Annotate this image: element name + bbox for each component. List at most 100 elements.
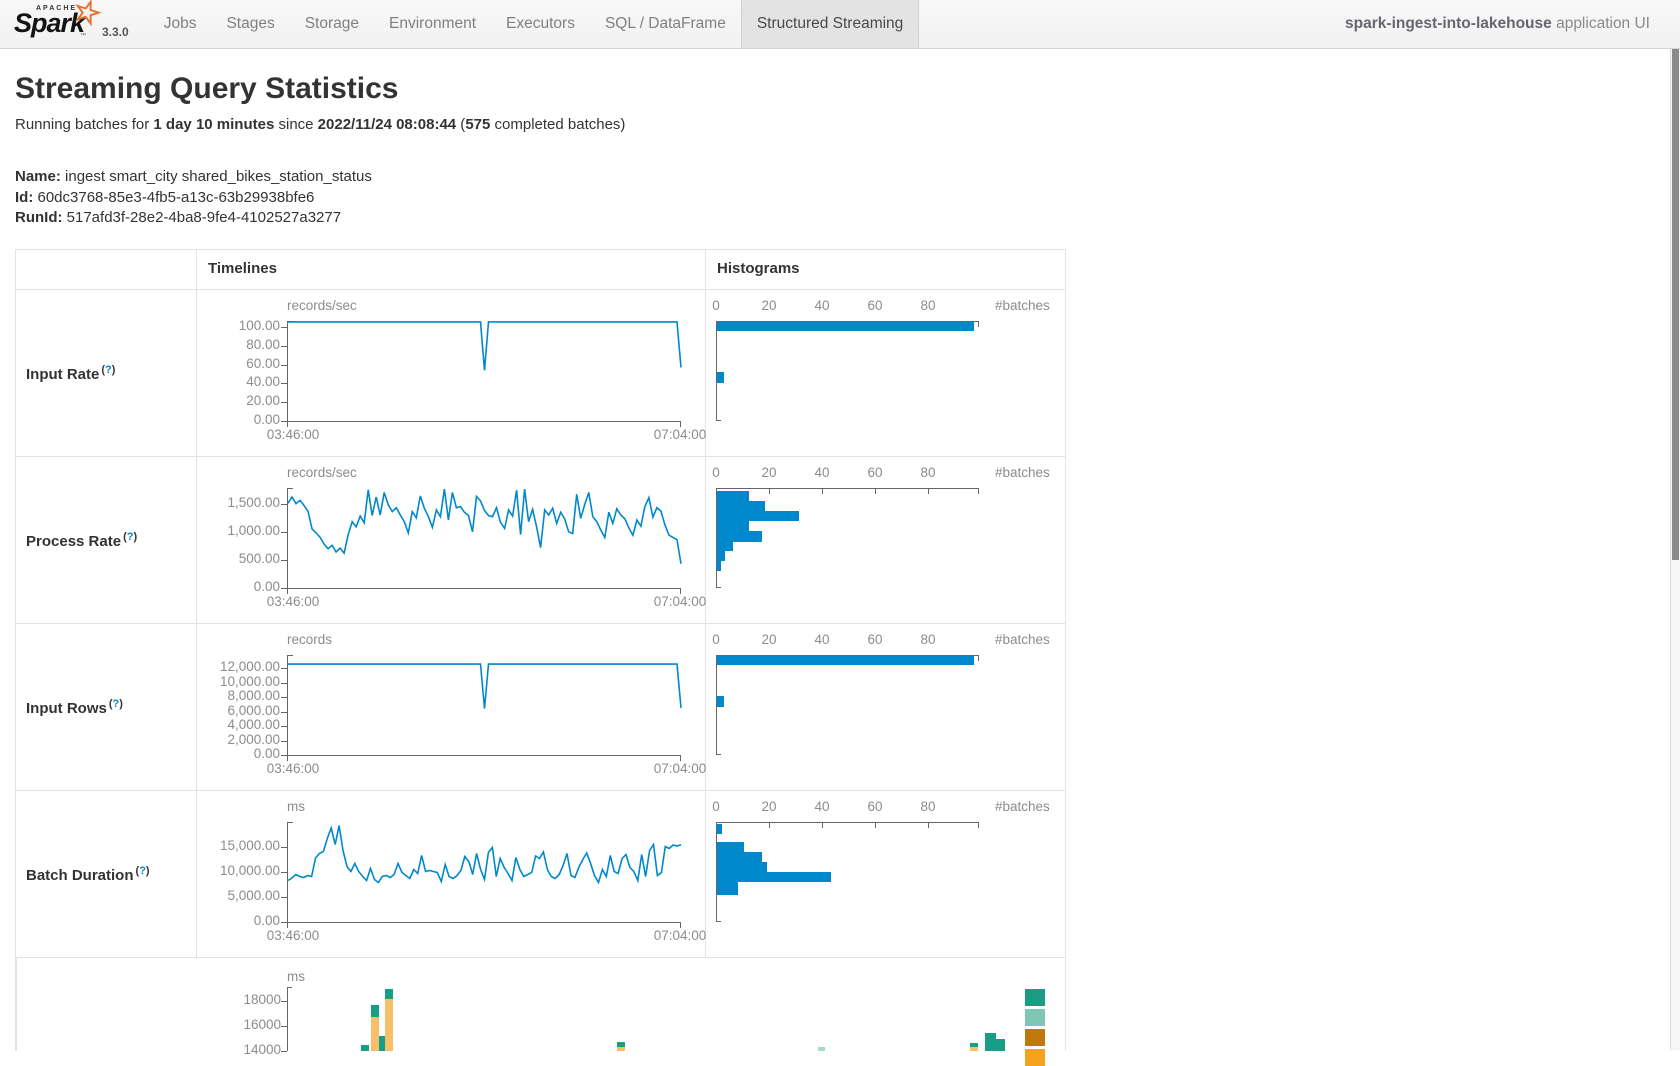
statistics-table: Timelines Histograms Input Rate(?) recor… <box>15 249 1066 1051</box>
histogram-bar <box>717 842 744 852</box>
scrollbar-thumb[interactable] <box>1672 0 1679 560</box>
x-axis-tick <box>928 489 929 494</box>
histogram-tick-label: 60 <box>855 799 895 814</box>
help-link[interactable]: (?) <box>136 865 150 877</box>
histogram-bar <box>717 852 762 862</box>
batches-axis-label: #batches <box>995 632 1050 647</box>
y-tick-label: 10,000.00 <box>197 674 280 689</box>
y-tick-label: 0.00 <box>197 913 280 928</box>
stacked-bar-segment <box>385 989 393 999</box>
help-link[interactable]: (?) <box>123 531 137 543</box>
histogram-tick-label: 80 <box>908 298 948 313</box>
histogram-x-axis <box>716 822 979 823</box>
metric-label-wrap: Input Rate(?) <box>26 364 115 383</box>
y-tick-label: 15,000.00 <box>197 838 280 853</box>
id-label: Id: <box>15 189 33 206</box>
histogram-tick-label: 0 <box>696 632 736 647</box>
start-time: 2022/11/24 08:08:44 <box>318 116 456 133</box>
histogram-tick-label: 60 <box>855 465 895 480</box>
histogram-tick-label: 20 <box>749 799 789 814</box>
histogram-chart: #batches 020406080 <box>706 290 1065 456</box>
y-axis <box>287 987 288 1051</box>
spark-version: 3.3.0 <box>102 25 129 39</box>
metric-label-wrap: Process Rate(?) <box>26 531 137 550</box>
trademark-mark: ™ <box>80 33 86 39</box>
plot-area <box>287 822 681 923</box>
metric-label: Input Rate <box>26 366 99 383</box>
y-tick-label: 0.00 <box>197 746 280 761</box>
y-tick-label: 6,000.00 <box>197 703 280 718</box>
query-meta: Name: ingest smart_city shared_bikes_sta… <box>15 167 372 229</box>
histogram-bar <box>717 372 724 383</box>
running-prefix: Running batches for <box>15 116 153 133</box>
y-tick-label: 0.00 <box>197 412 280 427</box>
y-tick-label: 4,000.00 <box>197 717 280 732</box>
table-body: Input Rate(?) records/sec 03:46:00 07:04… <box>16 290 1065 958</box>
batches-axis-label: #batches <box>995 799 1050 814</box>
spark-logo[interactable]: APACHE Spark ™ ☆ <box>12 1 98 47</box>
histogram-bar <box>717 656 974 665</box>
x-axis-tick <box>978 322 979 327</box>
runid-value: 517afd3f-28e2-4ba8-9fe4-4102527a3277 <box>67 209 341 226</box>
stacked-bar-segment <box>361 1045 369 1051</box>
plot-area <box>287 655 681 756</box>
x-tick-label: 07:04:00 <box>646 594 714 609</box>
y-axis-tick <box>281 726 287 727</box>
histogram-tick-label: 0 <box>696 799 736 814</box>
tab-stages[interactable]: Stages <box>211 0 289 48</box>
histogram-bar <box>717 521 749 531</box>
plot-area <box>287 488 681 589</box>
scrollbar-track[interactable] <box>1670 0 1680 1050</box>
y-tick-label: 60.00 <box>197 356 280 371</box>
help-link[interactable]: (?) <box>109 698 123 710</box>
stacked-bar-segment <box>371 1005 379 1017</box>
y-axis-tick <box>281 872 287 873</box>
stacked-bar-segment <box>970 1047 978 1051</box>
table-row: Input Rows(?) records 03:46:00 07:04:00 … <box>16 624 1065 791</box>
y-tick-label: 1,000.00 <box>197 523 280 538</box>
stacked-bar-segment <box>996 1039 1005 1051</box>
batches-axis-label: #batches <box>995 465 1050 480</box>
histogram-tick-label: 20 <box>749 632 789 647</box>
histogram-bar <box>717 872 831 882</box>
histogram-tick-label: 0 <box>696 298 736 313</box>
axis-unit-label: records/sec <box>287 465 357 480</box>
tab-environment[interactable]: Environment <box>374 0 491 48</box>
stacked-bar-segment <box>985 1033 996 1051</box>
batches-axis-label: #batches <box>995 298 1050 313</box>
x-axis-tick <box>875 489 876 494</box>
tab-storage[interactable]: Storage <box>290 0 374 48</box>
histogram-chart: #batches 020406080 <box>706 457 1065 623</box>
tab-sql-dataframe[interactable]: SQL / DataFrame <box>590 0 741 48</box>
timeline-chart: ms 03:46:00 07:04:00 15,000.0010,000.005… <box>197 791 706 957</box>
tab-structured-streaming[interactable]: Structured Streaming <box>741 0 919 48</box>
x-axis-tick <box>978 823 979 828</box>
running-duration: 1 day 10 minutes <box>153 116 274 133</box>
running-status: Running batches for 1 day 10 minutes sin… <box>15 116 625 133</box>
batches-open: ( <box>456 116 465 133</box>
legend-swatch <box>1025 1009 1045 1026</box>
y-axis-tick <box>281 402 287 403</box>
y-tick-label: 2,000.00 <box>197 732 280 747</box>
histogram-bar <box>717 531 762 542</box>
histogram-tick-label: 60 <box>855 632 895 647</box>
tab-executors[interactable]: Executors <box>491 0 590 48</box>
histogram-tick-label: 40 <box>802 465 842 480</box>
help-link[interactable]: (?) <box>101 364 115 376</box>
stacked-bar-segment <box>385 999 393 1051</box>
histogram-tick-label: 80 <box>908 465 948 480</box>
axis-unit-label: records <box>287 632 332 647</box>
completed-batches-count: 575 <box>465 116 490 133</box>
histogram-tick-label: 80 <box>908 799 948 814</box>
y-tick-label: 100.00 <box>197 318 280 333</box>
histogram-bar <box>717 511 799 521</box>
operation-duration-row: ms 180001600014000 <box>16 958 1065 1051</box>
x-axis-tick <box>875 823 876 828</box>
x-tick-label: 03:46:00 <box>259 427 327 442</box>
timeline-line <box>288 826 681 883</box>
histogram-chart: #batches 020406080 <box>706 624 1065 790</box>
y-axis-tick <box>281 712 287 713</box>
metric-label-cell: Process Rate(?) <box>16 457 197 623</box>
tab-jobs[interactable]: Jobs <box>149 0 212 48</box>
y-axis-tick <box>281 588 287 589</box>
